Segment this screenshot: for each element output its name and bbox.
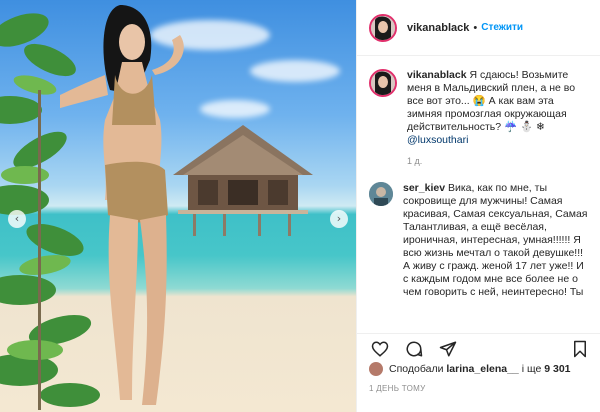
avatar[interactable] [369, 69, 397, 97]
caption-username[interactable]: vikanablack [407, 69, 467, 81]
post-photo[interactable]: ‹ › [0, 0, 356, 412]
comments-list[interactable]: vikanablack Я сдаюсь! Возьмите меня в Ма… [357, 57, 600, 327]
comment-icon[interactable] [403, 339, 425, 359]
likes-middle: і ще [521, 363, 542, 375]
woman-figure [60, 5, 184, 405]
caption-body: vikanablack Я сдаюсь! Возьмите меня в Ма… [407, 69, 591, 168]
caption-time[interactable]: 1 д. [407, 155, 591, 168]
avatar-image [369, 182, 393, 206]
likes-count[interactable]: 9 301 [544, 363, 570, 375]
post-panel: vikanablack • Стежити vikanablack Я сдаю… [356, 0, 600, 412]
list-item: ser_kiev Вика, как по мне, ты сокровище … [369, 182, 591, 299]
post-time-ago[interactable]: 1 ДЕНЬ ТОМУ [369, 384, 425, 393]
comment-username[interactable]: ser_kiev [403, 182, 445, 194]
likes-summary: Сподобали larina_elena__ і ще 9 301 [369, 362, 571, 376]
avatar-image [371, 71, 395, 95]
mention-link[interactable]: @luxsouthari [407, 134, 468, 146]
cloud [250, 60, 340, 82]
heart-icon[interactable] [369, 339, 391, 359]
chevron-right-icon[interactable]: › [330, 210, 348, 228]
chevron-left-icon[interactable]: ‹ [8, 210, 26, 228]
avatar[interactable] [369, 362, 383, 376]
caption: vikanablack Я сдаюсь! Возьмите меня в Ма… [369, 69, 591, 168]
post-username[interactable]: vikanablack [407, 22, 469, 34]
action-bar [357, 333, 600, 359]
likes-user[interactable]: larina_elena__ [446, 363, 518, 375]
comment-text: Вика, как по мне, ты сокровище для мужчи… [403, 182, 588, 298]
post-header: vikanablack • Стежити [357, 0, 600, 56]
separator-dot: • [473, 21, 478, 34]
share-icon[interactable] [437, 339, 459, 359]
bookmark-icon[interactable] [569, 339, 591, 359]
avatar[interactable] [369, 13, 397, 42]
comment-body: ser_kiev Вика, как по мне, ты сокровище … [403, 182, 591, 299]
follow-button[interactable]: Стежити [481, 22, 523, 33]
avatar[interactable] [369, 182, 393, 206]
likes-prefix: Сподобали [389, 363, 444, 375]
avatar-image [371, 15, 395, 40]
